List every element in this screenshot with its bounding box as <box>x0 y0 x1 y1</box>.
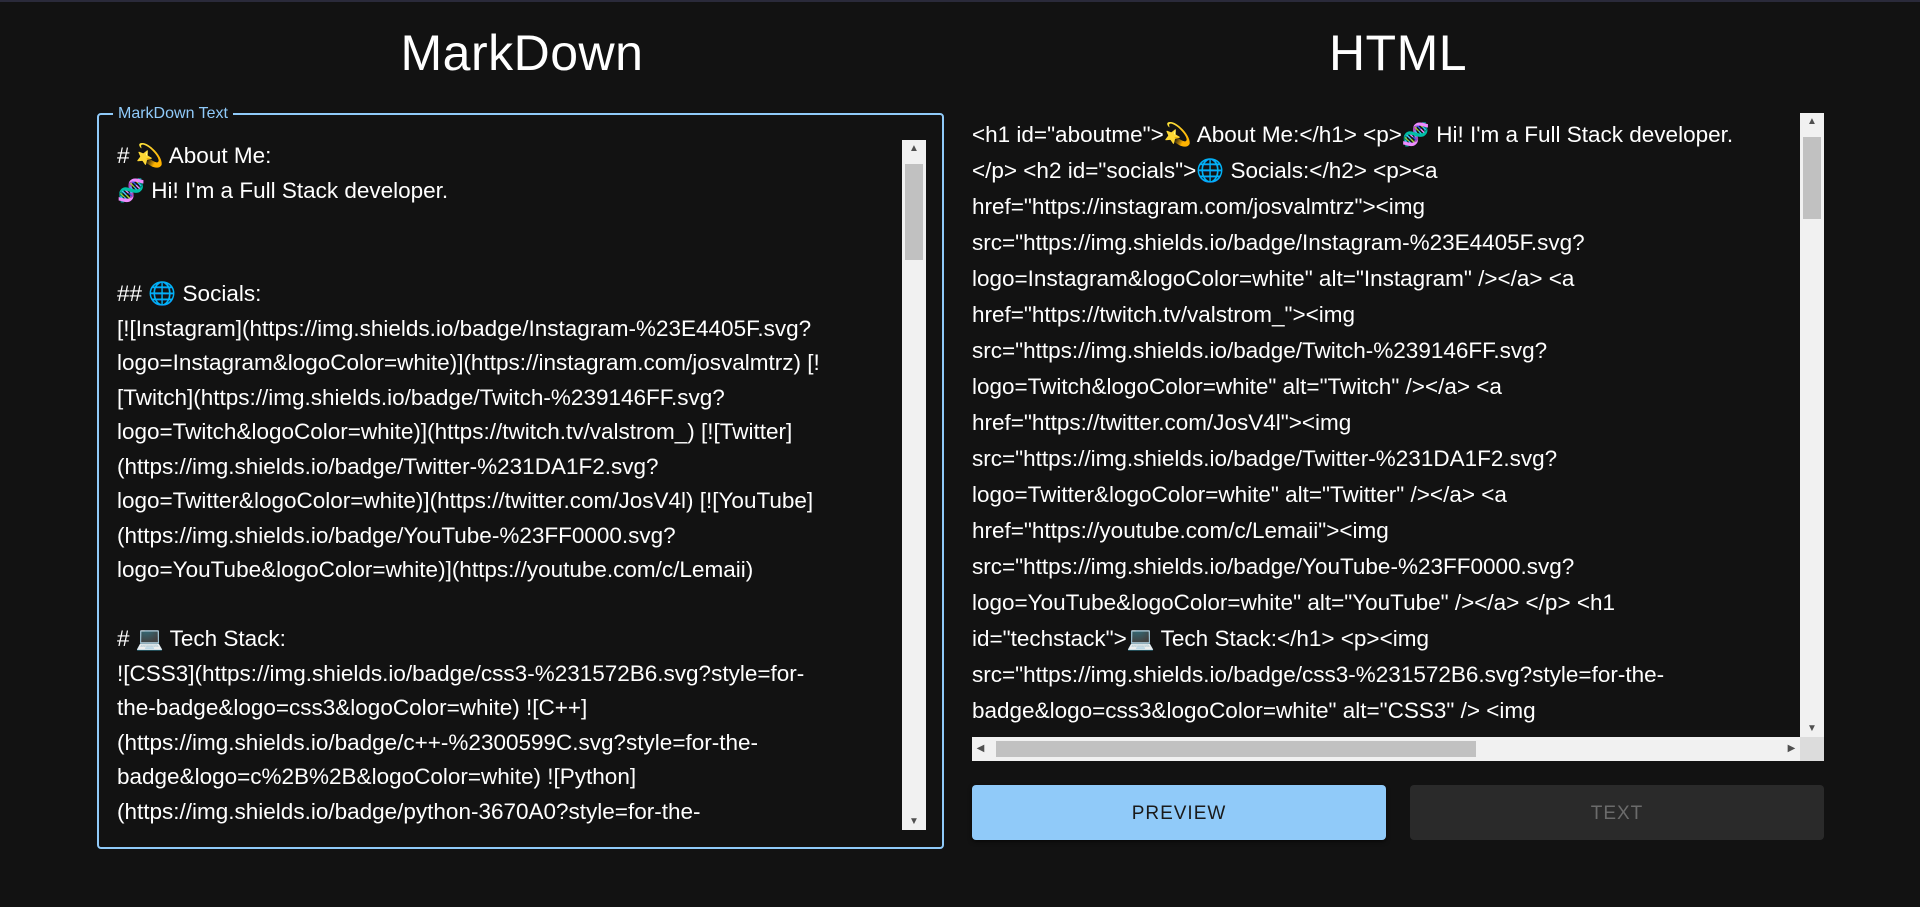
markdown-line: logo=Instagram&logoColor=white)](https:/… <box>117 350 820 375</box>
html-line: src="https://img.shields.io/badge/css3-%… <box>972 662 1665 687</box>
markdown-line <box>117 208 899 243</box>
preview-button[interactable]: PREVIEW <box>972 785 1386 840</box>
markdown-text-field[interactable]: MarkDown Text # 💫 About Me: 🧬 Hi! I'm a F… <box>97 104 944 849</box>
html-vertical-scrollbar[interactable]: ▲ ▼ <box>1800 113 1824 737</box>
html-line: </p> <h2 id="socials">🌐 Socials:</h2> <p… <box>972 158 1438 183</box>
text-button[interactable]: TEXT <box>1410 785 1824 840</box>
markdown-line: [Twitch](https://img.shields.io/badge/Tw… <box>117 384 725 410</box>
markdown-line: 🧬 Hi! I'm a Full Stack developer. <box>117 177 449 203</box>
markdown-line: (https://img.shields.io/badge/c++-%23005… <box>117 729 758 755</box>
markdown-line: logo=Twitter&logoColor=white)](https://t… <box>117 488 814 513</box>
markdown-line: (https://img.shields.io/badge/Twitter-%2… <box>117 453 659 479</box>
markdown-textarea[interactable]: # 💫 About Me: 🧬 Hi! I'm a Full Stack deve… <box>117 139 899 844</box>
scroll-down-icon[interactable]: ▼ <box>902 813 926 830</box>
html-line: logo=Instagram&logoColor=white" alt="Ins… <box>972 266 1575 291</box>
markdown-field-label: MarkDown Text <box>113 104 233 124</box>
markdown-line: # 💫 About Me: <box>117 143 272 168</box>
html-line: id="techstack">💻 Tech Stack:</h1> <p><im… <box>972 626 1429 651</box>
scrollbar-thumb[interactable] <box>905 164 923 260</box>
html-horizontal-scrollbar[interactable]: ◀ ▶ <box>972 737 1800 761</box>
html-line: href="https://youtube.com/c/Lemaii"><img <box>972 518 1389 543</box>
html-line: logo=YouTube&logoColor=white" alt="YouTu… <box>972 590 1616 615</box>
html-line: src="https://img.shields.io/badge/Instag… <box>972 230 1585 255</box>
scroll-right-icon[interactable]: ▶ <box>1783 737 1800 761</box>
html-line: href="https://twitch.tv/valstrom_"><img <box>972 302 1355 327</box>
markdown-line: logo=Twitch&logoColor=white)](https://tw… <box>117 419 793 444</box>
html-line: src="https://img.shields.io/badge/Twitte… <box>972 446 1558 471</box>
markdown-line: badge&logo=c%2B%2B&logoColor=white) ![Py… <box>117 764 637 789</box>
markdown-line <box>117 588 899 623</box>
scrollbar-thumb[interactable] <box>1803 137 1821 219</box>
markdown-line: logo=YouTube&logoColor=white)](https://y… <box>117 557 754 582</box>
html-line: <h1 id="aboutme">💫 About Me:</h1> <p>🧬 H… <box>972 122 1734 147</box>
markdown-line: # 💻 Tech Stack: <box>117 626 286 651</box>
scrollbar-corner <box>1800 737 1824 761</box>
top-edge <box>0 0 1920 2</box>
html-line: logo=Twitter&logoColor=white" alt="Twitt… <box>972 482 1507 507</box>
scroll-left-icon[interactable]: ◀ <box>972 737 989 761</box>
scroll-down-icon[interactable]: ▼ <box>1800 720 1824 737</box>
html-panel-title: HTML <box>1328 25 1468 81</box>
markdown-line: [![Instagram](https://img.shields.io/bad… <box>117 315 812 341</box>
markdown-line: (https://img.shields.io/badge/YouTube-%2… <box>117 522 676 548</box>
scroll-up-icon[interactable]: ▲ <box>902 140 926 157</box>
html-line: badge&logo=css3&logoColor=white" alt="CS… <box>972 698 1536 723</box>
markdown-panel-title: MarkDown <box>400 25 644 81</box>
html-output-text: <h1 id="aboutme">💫 About Me:</h1> <p>🧬 H… <box>972 117 1800 739</box>
markdown-line: (https://img.shields.io/badge/python-367… <box>117 798 701 824</box>
markdown-line <box>117 243 899 278</box>
html-line: src="https://img.shields.io/badge/Twitch… <box>972 338 1548 363</box>
scroll-up-icon[interactable]: ▲ <box>1800 113 1824 130</box>
markdown-line: ## 🌐 Socials: <box>117 281 262 306</box>
html-output-box[interactable]: <h1 id="aboutme">💫 About Me:</h1> <p>🧬 H… <box>972 113 1824 761</box>
html-line: src="https://img.shields.io/badge/YouTub… <box>972 554 1575 579</box>
markdown-line: ![CSS3](https://img.shields.io/badge/css… <box>117 660 805 686</box>
html-line: logo=Twitch&logoColor=white" alt="Twitch… <box>972 374 1502 399</box>
scrollbar-thumb[interactable] <box>996 741 1476 757</box>
html-line: href="https://twitter.com/JosV4l"><img <box>972 410 1352 435</box>
markdown-vertical-scrollbar[interactable]: ▲ ▼ <box>902 140 926 830</box>
html-line: href="https://instagram.com/josvalmtrz">… <box>972 194 1426 219</box>
markdown-line: the-badge&logo=css3&logoColor=white) ![C… <box>117 695 588 720</box>
